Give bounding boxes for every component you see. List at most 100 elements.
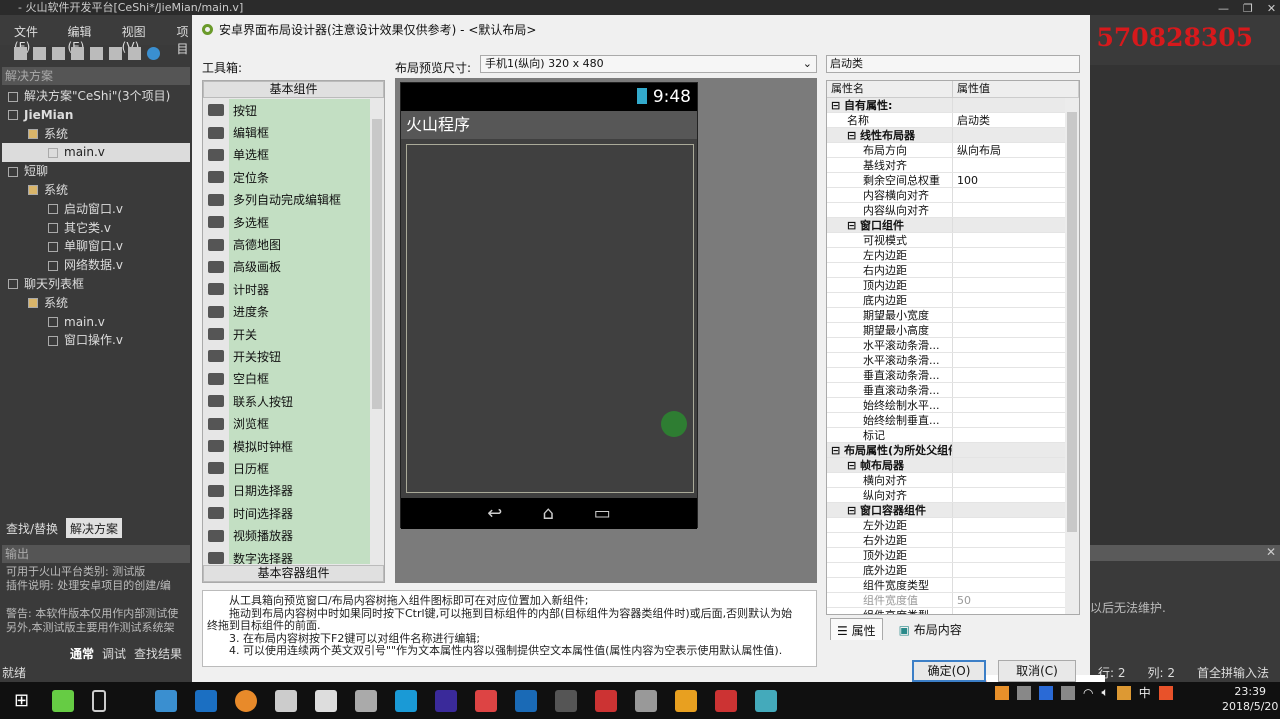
property-value[interactable] — [953, 128, 957, 142]
copy-icon[interactable] — [109, 47, 122, 60]
toolbox-item[interactable]: 开关按钮 — [203, 345, 371, 368]
toolbox-item[interactable]: 定位条 — [203, 166, 371, 189]
tree-item[interactable]: main.v — [2, 313, 190, 332]
property-value[interactable] — [953, 203, 957, 217]
property-value[interactable]: 50 — [953, 593, 971, 607]
property-row[interactable]: 期望最小高度 — [827, 323, 1065, 338]
tree-item[interactable]: 窗口操作.v — [2, 331, 190, 350]
start-icon[interactable]: ⊞ — [14, 690, 29, 711]
paste-icon[interactable] — [128, 47, 141, 60]
cancel-button[interactable]: 取消(C) — [998, 660, 1076, 682]
tree-item[interactable]: main.v — [2, 143, 190, 163]
tree-item[interactable]: 系统 — [2, 294, 190, 313]
toolbox-item[interactable]: 高德地图 — [203, 233, 371, 256]
minimize-icon[interactable]: — — [1218, 2, 1229, 15]
property-row[interactable]: 内容纵向对齐 — [827, 203, 1065, 218]
property-value[interactable] — [953, 458, 957, 472]
toolbox-item[interactable]: 开关 — [203, 322, 371, 346]
tab-find-replace[interactable]: 查找/替换 — [2, 518, 62, 538]
toolbox-item[interactable]: 日期选择器 — [203, 479, 371, 503]
save-all-icon[interactable] — [71, 47, 84, 60]
output-close-icon[interactable]: ✕ — [1090, 545, 1280, 561]
property-row[interactable]: 可视模式 — [827, 233, 1065, 248]
app-icon[interactable] — [275, 689, 298, 712]
property-row[interactable]: 布局方向 纵向布局 — [827, 143, 1065, 158]
property-value[interactable] — [953, 293, 957, 307]
property-row[interactable]: 顶外边距 — [827, 548, 1065, 563]
property-value[interactable]: 100 — [953, 173, 978, 187]
property-group[interactable]: ⊟ 帧布局器 — [827, 458, 1065, 473]
property-value[interactable] — [953, 218, 957, 232]
tree-item[interactable]: 短聊 — [2, 162, 190, 181]
tree-item[interactable]: 启动窗口.v — [2, 200, 190, 219]
notepad-icon[interactable] — [315, 689, 338, 712]
tree-item[interactable]: 解决方案"CeShi"(3个项目) — [2, 87, 190, 106]
close-icon[interactable]: ✕ — [1267, 2, 1276, 15]
property-row[interactable]: 左外边距 — [827, 518, 1065, 533]
toolbox-item[interactable]: 进度条 — [203, 300, 371, 323]
property-value[interactable] — [953, 308, 957, 322]
property-row[interactable]: 基线对齐 — [827, 158, 1065, 173]
toolbox-item[interactable]: 模拟时钟框 — [203, 434, 371, 458]
property-value[interactable] — [953, 263, 957, 277]
help-icon[interactable] — [147, 47, 160, 60]
menu-file[interactable]: 文件(F) — [14, 23, 54, 54]
volume-icon[interactable]: 🔈︎ — [1101, 685, 1108, 700]
property-row[interactable]: 始终绘制水平... — [827, 398, 1065, 413]
property-value[interactable] — [953, 98, 957, 112]
tree-item[interactable]: 单聊窗口.v — [2, 237, 190, 256]
property-value[interactable] — [953, 158, 957, 172]
tree-item[interactable]: 聊天列表框 — [2, 275, 190, 294]
property-row[interactable]: 垂直滚动条滑... — [827, 368, 1065, 383]
property-row[interactable]: 垂直滚动条滑... — [827, 383, 1065, 398]
class-name-field[interactable]: 启动类 — [826, 55, 1080, 73]
property-row[interactable]: 右内边距 — [827, 263, 1065, 278]
property-row[interactable]: 名称 启动类 — [827, 113, 1065, 128]
property-row[interactable]: 横向对齐 — [827, 473, 1065, 488]
property-row[interactable]: 剩余空间总权重 100 — [827, 173, 1065, 188]
app-icon[interactable] — [435, 689, 458, 712]
ok-button[interactable]: 确定(O) — [912, 660, 986, 682]
property-group[interactable]: ⊟ 窗口组件 — [827, 218, 1065, 233]
toolbox-item[interactable]: 视频播放器 — [203, 524, 371, 547]
toolbox-item[interactable]: 多列自动完成编辑框 — [203, 188, 371, 211]
preview-size-select[interactable]: 手机1(纵向) 320 x 480 ⌄ — [480, 55, 817, 73]
property-row[interactable]: 期望最小宽度 — [827, 308, 1065, 323]
property-group[interactable]: ⊟ 自有属性: — [827, 98, 1065, 113]
property-row[interactable]: 组件宽度值 50 — [827, 593, 1065, 608]
property-group[interactable]: ⊟ 线性布局器 — [827, 128, 1065, 143]
property-row[interactable]: 左内边距 — [827, 248, 1065, 263]
tree-item[interactable]: 系统 — [2, 181, 190, 200]
property-value[interactable] — [953, 518, 957, 532]
tree-item[interactable]: 其它类.v — [2, 219, 190, 238]
battery-icon[interactable] — [1061, 685, 1075, 700]
shield-icon[interactable] — [1039, 685, 1053, 700]
property-value[interactable] — [953, 503, 957, 517]
volcano-icon[interactable] — [715, 689, 738, 712]
property-value[interactable] — [953, 278, 957, 292]
property-group[interactable]: ⊟ 布局属性(为所处父组件提供): — [827, 443, 1065, 458]
property-value[interactable] — [953, 368, 957, 382]
tab-normal[interactable]: 通常 — [70, 645, 94, 661]
property-row[interactable]: 底外边距 — [827, 563, 1065, 578]
property-value[interactable] — [953, 248, 957, 262]
wifi-icon[interactable]: ◠ — [1083, 686, 1093, 700]
app-icon[interactable] — [515, 689, 538, 712]
tab-find-results[interactable]: 查找结果 — [134, 645, 182, 661]
toolbox-category-basic[interactable]: 基本组件 — [203, 81, 384, 98]
app-icon[interactable] — [675, 689, 698, 712]
property-value[interactable] — [953, 353, 957, 367]
property-value[interactable] — [953, 413, 957, 427]
save-icon[interactable] — [52, 47, 65, 60]
sogou-icon[interactable] — [1158, 685, 1173, 700]
property-value[interactable] — [953, 383, 957, 397]
toolbox-item[interactable]: 空白框 — [203, 367, 371, 391]
tray-app-icon[interactable] — [995, 685, 1009, 700]
tab-debug[interactable]: 调试 — [102, 645, 126, 661]
property-row[interactable]: 底内边距 — [827, 293, 1065, 308]
property-value[interactable] — [953, 473, 957, 487]
property-value[interactable]: 纵向布局 — [953, 143, 1001, 157]
tray-app-icon[interactable] — [1017, 685, 1031, 700]
edge-icon[interactable] — [195, 689, 218, 712]
toolbox-category-container[interactable]: 基本容器组件 — [203, 565, 384, 582]
